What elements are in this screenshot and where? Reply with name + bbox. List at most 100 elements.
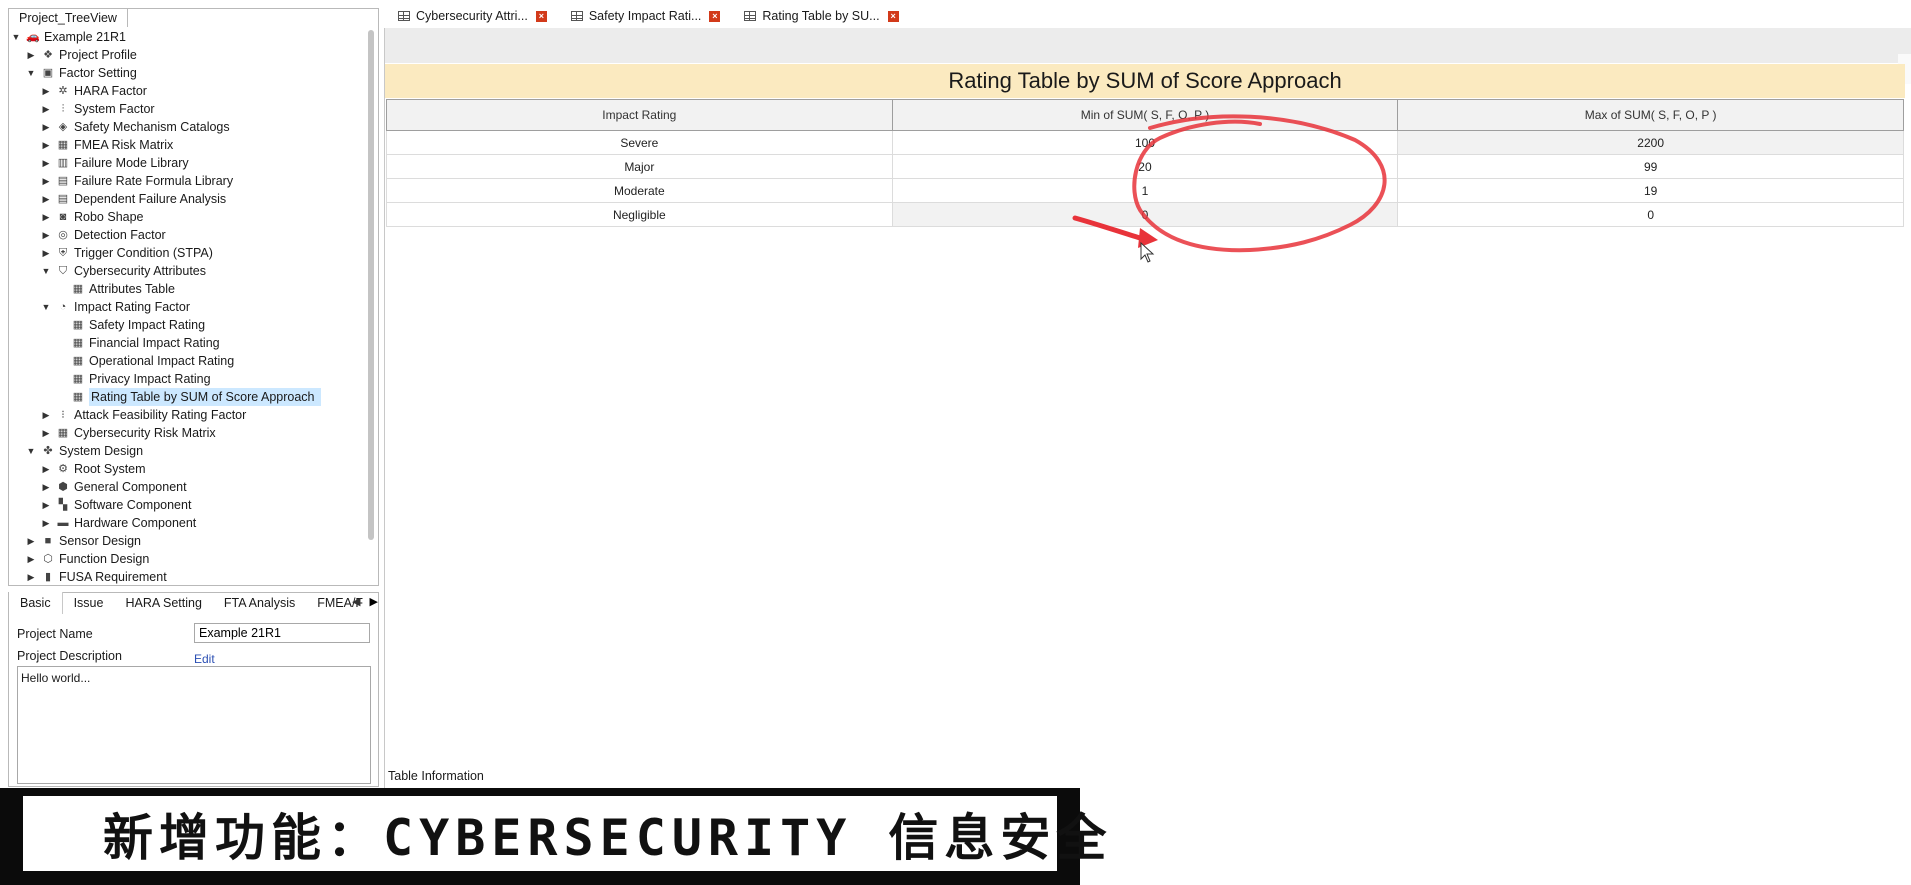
caret-down-icon[interactable]: ▼ — [25, 64, 37, 82]
tree-tab[interactable]: Project_TreeView — [8, 8, 128, 27]
tree-item[interactable]: ▦ Attributes Table — [55, 280, 175, 298]
properties-tab[interactable]: FTA Analysis — [213, 592, 306, 614]
table-cell-min[interactable]: 1 — [891, 178, 1399, 203]
tree-item[interactable]: ▼ 🚗 Example 21R1 — [10, 28, 126, 46]
edit-description-link[interactable]: Edit — [194, 652, 215, 666]
tree-item[interactable]: ▶ ▬ Hardware Component — [40, 514, 197, 532]
caret-right-icon[interactable]: ▶ — [40, 208, 52, 226]
caret-right-icon[interactable]: ▶ — [40, 154, 52, 172]
tree-item[interactable]: ▶ ▮ FUSA Requirement — [25, 568, 167, 584]
caret-right-icon[interactable]: ▶ — [40, 118, 52, 136]
tree-scrollbar[interactable] — [368, 30, 374, 540]
tree-item-label: FUSA Requirement — [59, 570, 167, 584]
close-icon[interactable]: × — [535, 10, 547, 22]
tree-item-label: Failure Mode Library — [74, 156, 189, 170]
tree-item[interactable]: ▶ ⬡ Function Design — [25, 550, 150, 568]
caret-right-icon[interactable]: ▶ — [40, 100, 52, 118]
tree-item[interactable]: ▶ ▤ Failure Rate Formula Library — [40, 172, 234, 190]
tree-item[interactable]: ▶ ▤ Dependent Failure Analysis — [40, 190, 227, 208]
tree-item[interactable]: ▶ ▚ Software Component — [40, 496, 192, 514]
tree-item[interactable]: ▼ ▣ Factor Setting — [25, 64, 137, 82]
caret-down-icon[interactable]: ▼ — [40, 262, 52, 280]
caret-down-icon[interactable]: ▼ — [40, 298, 52, 316]
table-cell-min[interactable]: 100 — [891, 130, 1399, 155]
project-name-input[interactable] — [194, 623, 370, 643]
caret-right-icon[interactable]: ▶ — [25, 568, 37, 584]
table-cell-rating[interactable]: Severe — [386, 130, 893, 155]
project-name-label: Project Name — [17, 627, 93, 641]
chevron-right-icon[interactable]: ▶ — [370, 596, 378, 608]
table-cell-max[interactable]: 2200 — [1397, 130, 1904, 155]
table-cell-max[interactable]: 0 — [1397, 202, 1904, 227]
tree-item[interactable]: ▦ Privacy Impact Rating — [55, 370, 211, 388]
tree-item[interactable]: ▼ ⛉ Cybersecurity Attributes — [40, 262, 206, 280]
caret-right-icon[interactable]: ▶ — [40, 136, 52, 154]
table-cell-max[interactable]: 99 — [1397, 154, 1904, 179]
caret-right-icon[interactable]: ▶ — [25, 532, 37, 550]
tree-item[interactable]: ▶ ⬢ General Component — [40, 478, 187, 496]
tree-item[interactable]: ▶ ◎ Detection Factor — [40, 226, 166, 244]
tree-item[interactable]: ▶ ⁝ Attack Feasibility Rating Factor — [40, 406, 247, 424]
caret-right-icon[interactable]: ▶ — [40, 190, 52, 208]
tree-item[interactable]: ▶ ▦ Cybersecurity Risk Matrix — [40, 424, 216, 442]
document-tab[interactable]: Rating Table by SU... × — [730, 4, 907, 28]
document-tab[interactable]: Safety Impact Rati... × — [557, 4, 729, 28]
chevron-left-icon[interactable]: ◀ — [352, 596, 360, 608]
tree-item-label: Sensor Design — [59, 534, 141, 548]
tree-item[interactable]: ▼ ✤ System Design — [25, 442, 144, 460]
tree-item[interactable]: ▶ ■ Sensor Design — [25, 532, 141, 550]
caret-right-icon[interactable]: ▶ — [40, 82, 52, 100]
caret-right-icon[interactable]: ▶ — [40, 172, 52, 190]
caret-right-icon[interactable]: ▶ — [40, 496, 52, 514]
table-cell-rating[interactable]: Moderate — [386, 178, 893, 203]
column-header[interactable]: Min of SUM( S, F, O, P ) — [891, 99, 1399, 131]
table-cell-rating[interactable]: Major — [386, 154, 893, 179]
properties-tab[interactable]: HARA Setting — [114, 592, 212, 614]
caret-down-icon[interactable]: ▼ — [10, 28, 22, 46]
table-cell-max[interactable]: 19 — [1397, 178, 1904, 203]
table-cell-rating[interactable]: Negligible — [386, 202, 893, 227]
column-header[interactable]: Impact Rating — [386, 99, 893, 131]
table-cell-min[interactable]: 0 — [891, 202, 1399, 227]
tree-item[interactable]: ▦ Operational Impact Rating — [55, 352, 234, 370]
tree-item[interactable]: ▶ ◙ Robo Shape — [40, 208, 144, 226]
document-tab[interactable]: Cybersecurity Attri... × — [384, 4, 555, 28]
tree-item[interactable]: ▼ ◔ Impact Rating Factor — [40, 298, 190, 316]
table-row[interactable]: Negligible 0 0 — [386, 202, 1904, 227]
close-icon[interactable]: × — [887, 10, 899, 22]
tree-item[interactable]: ▶ ⫶ System Factor — [40, 100, 155, 118]
tree-item[interactable]: ▦ Rating Table by SUM of Score Approach — [55, 388, 321, 406]
tree-item[interactable]: ▶ ❖ Project Profile — [25, 46, 137, 64]
table-row[interactable]: Severe 100 2200 — [386, 130, 1904, 155]
caret-right-icon[interactable]: ▶ — [40, 478, 52, 496]
tree-item[interactable]: ▶ ▥ Failure Mode Library — [40, 154, 189, 172]
caret-right-icon[interactable]: ▶ — [25, 46, 37, 64]
table-cell-min[interactable]: 20 — [891, 154, 1399, 179]
caret-right-icon[interactable]: ▶ — [40, 244, 52, 262]
table-icon — [744, 11, 757, 21]
column-header[interactable]: Max of SUM( S, F, O, P ) — [1397, 99, 1904, 131]
project-description-box[interactable]: Hello world... — [17, 666, 371, 784]
caret-down-icon[interactable]: ▼ — [25, 442, 37, 460]
caret-right-icon[interactable]: ▶ — [40, 226, 52, 244]
tree-item[interactable]: ▶ ⛨ Trigger Condition (STPA) — [40, 244, 213, 262]
tree-item[interactable]: ▦ Financial Impact Rating — [55, 334, 220, 352]
table-row[interactable]: Moderate 1 19 — [386, 178, 1904, 203]
properties-tab[interactable]: Issue — [63, 592, 115, 614]
table-row[interactable]: Major 20 99 — [386, 154, 1904, 179]
properties-tab[interactable]: Basic — [9, 592, 63, 614]
close-icon[interactable]: × — [709, 10, 721, 22]
caret-right-icon[interactable]: ▶ — [40, 460, 52, 478]
tree-item[interactable]: ▶ ◈ Safety Mechanism Catalogs — [40, 118, 230, 136]
caret-right-icon[interactable]: ▶ — [25, 550, 37, 568]
tree-item[interactable]: ▶ ⚙ Root System — [40, 460, 146, 478]
tree-item[interactable]: ▶ ▦ FMEA Risk Matrix — [40, 136, 174, 154]
caret-right-icon[interactable]: ▶ — [40, 424, 52, 442]
robot-icon: ◙ — [59, 211, 67, 223]
rating-table: Impact Rating Min of SUM( S, F, O, P ) Max… — [386, 99, 1904, 227]
caret-right-icon[interactable]: ▶ — [40, 406, 52, 424]
caret-right-icon[interactable]: ▶ — [40, 514, 52, 532]
tab-scroll-arrows[interactable]: ◀ ▶ — [352, 595, 378, 608]
tree-item[interactable]: ▶ ✲ HARA Factor — [40, 82, 147, 100]
tree-item[interactable]: ▦ Safety Impact Rating — [55, 316, 205, 334]
